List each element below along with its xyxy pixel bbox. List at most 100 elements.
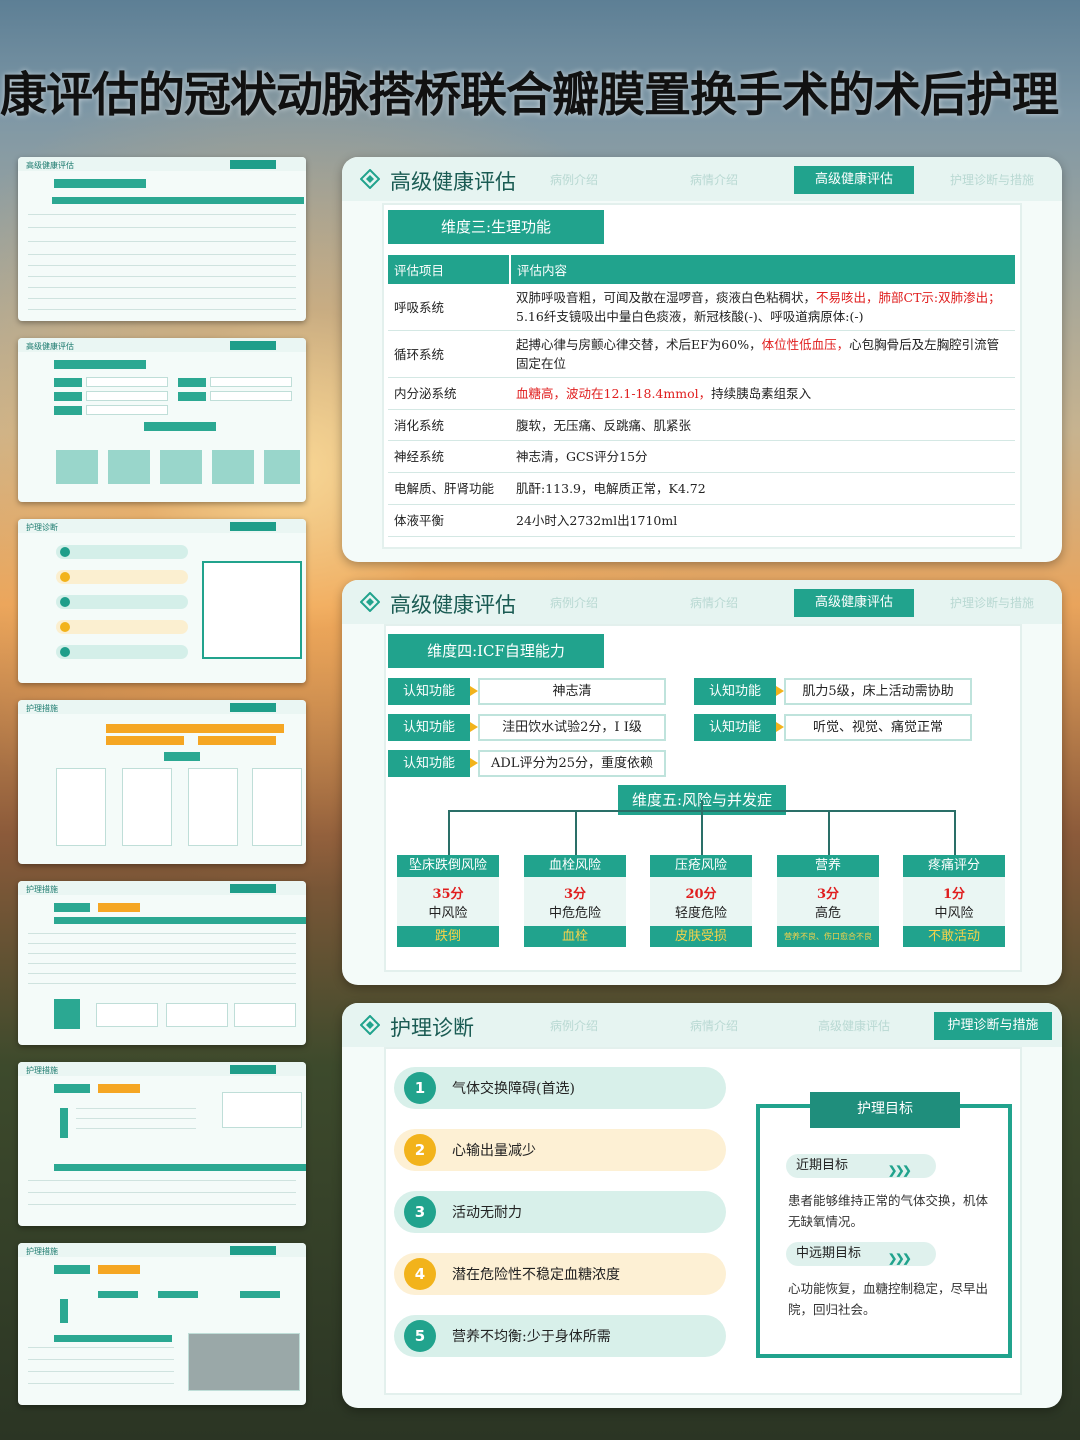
row-item: 呼吸系统 xyxy=(388,284,510,331)
thumbnail-3[interactable]: 护理诊断 xyxy=(18,519,306,683)
diagnosis-text: 气体交换障碍(首选) xyxy=(452,1081,575,1097)
row-content: 血糖高，波动在12.1-18.4mmol，持续胰岛素组泵入 xyxy=(510,377,1015,410)
thumbnail-1[interactable]: 高级健康评估 xyxy=(18,157,306,321)
risk-outcome: 跌倒 xyxy=(397,926,499,947)
thumbnail-4[interactable]: 护理措施 xyxy=(18,700,306,864)
tree-connector xyxy=(701,810,703,855)
risk-name: 疼痛评分 xyxy=(903,855,1005,877)
row-content: 神志清，GCS评分15分 xyxy=(510,440,1015,473)
goal-title: 护理目标 xyxy=(810,1092,960,1128)
cognitive-label: 认知功能 xyxy=(388,750,478,777)
row-item: 消化系统 xyxy=(388,409,510,441)
cognitive-value: ADL评分为25分，重度依赖 xyxy=(478,750,666,777)
slide-title: 高级健康评估 xyxy=(390,593,516,617)
diamond-icon xyxy=(360,1015,380,1035)
risk-level: 中风险 xyxy=(934,906,974,921)
diagnosis-number: 5 xyxy=(404,1320,436,1352)
assessment-table: 评估项目 评估内容 呼吸系统 双肺呼吸音粗，可闻及散在湿啰音，痰液白色粘稠状，不… xyxy=(388,255,1015,537)
cognitive-value: 神志清 xyxy=(478,678,666,705)
nav-case[interactable]: 病情介绍 xyxy=(690,1017,738,1034)
row-content: 双肺呼吸音粗，可闻及散在湿啰音，痰液白色粘稠状，不易咳出，肺部CT示:双肺渗出；… xyxy=(510,284,1015,331)
diagnosis-number: 4 xyxy=(404,1258,436,1290)
row-content: 肌酐:113.9，电解质正常，K4.72 xyxy=(510,472,1015,505)
nav-advanced-active[interactable]: 高级健康评估 xyxy=(794,589,914,617)
row-content: 24小时入2732ml出1710ml xyxy=(510,504,1015,537)
risk-card-nutrition: 营养 3分 高危 营养不良、伤口愈合不良 xyxy=(777,855,879,947)
thumbnail-7[interactable]: 护理措施 xyxy=(18,1243,306,1405)
table-row: 循环系统 起搏心律与房颤心律交替，术后EF为60%，体位性低血压，心包胸骨后及左… xyxy=(388,330,1015,378)
nav-diagnosis[interactable]: 护理诊断与措施 xyxy=(950,171,1034,188)
nursing-goal-box: 护理目标 近期目标 ❯❯❯ 患者能够维持正常的气体交换，机体无缺氧情况。 中远期… xyxy=(756,1092,1012,1358)
diamond-icon xyxy=(360,592,380,612)
nav-advanced-active[interactable]: 高级健康评估 xyxy=(794,166,914,194)
cognitive-label: 认知功能 xyxy=(694,678,784,705)
nav-intro[interactable]: 病例介绍 xyxy=(550,1017,598,1034)
risk-level: 高危 xyxy=(814,906,841,921)
thumbnail-2[interactable]: 高级健康评估 xyxy=(18,338,306,502)
slide-title: 高级健康评估 xyxy=(390,170,516,194)
short-term-goal-label: 近期目标 ❯❯❯ xyxy=(786,1154,936,1178)
diagnosis-text: 潜在危险性不稳定血糖浓度 xyxy=(452,1267,620,1283)
risk-outcome: 血栓 xyxy=(524,926,626,947)
diagnosis-number: 2 xyxy=(404,1134,436,1166)
thumbnail-title: 护理措施 xyxy=(26,704,58,713)
long-term-goal-text: 心功能恢复，血糖控制稳定，尽早出院，回归社会。 xyxy=(788,1281,989,1317)
thumbnail-5[interactable]: 护理措施 xyxy=(18,881,306,1045)
thumbnail-title: 护理措施 xyxy=(26,885,58,894)
diagnosis-item[interactable]: 2 心输出量减少 xyxy=(394,1129,726,1171)
nav-intro[interactable]: 病例介绍 xyxy=(550,594,598,611)
row-item: 循环系统 xyxy=(388,330,510,378)
risk-score: 35分 xyxy=(432,887,464,902)
risk-name: 压疮风险 xyxy=(650,855,752,877)
diagnosis-number: 1 xyxy=(404,1072,436,1104)
diagnosis-item[interactable]: 3 活动无耐力 xyxy=(394,1191,726,1233)
page-title: 康评估的冠状动脉搭桥联合瓣膜置换手术的术后护理 xyxy=(0,68,1059,123)
slide-icf-risk: 高级健康评估 病例介绍 病情介绍 高级健康评估 护理诊断与措施 维度四:ICF自… xyxy=(342,580,1062,985)
row-item: 神经系统 xyxy=(388,440,510,473)
nav-intro[interactable]: 病例介绍 xyxy=(550,171,598,188)
column-header-item: 评估项目 xyxy=(388,255,511,284)
risk-card-fall: 坠床跌倒风险 35分 中风险 跌倒 xyxy=(397,855,499,947)
tree-connector xyxy=(575,810,577,855)
thumbnail-title: 高级健康评估 xyxy=(26,161,74,170)
slide-nursing-diagnosis: 护理诊断 病例介绍 病情介绍 高级健康评估 护理诊断与措施 1 气体交换障碍(首… xyxy=(342,1003,1062,1408)
risk-score: 3分 xyxy=(816,887,840,902)
cognitive-value: 肌力5级，床上活动需协助 xyxy=(784,678,972,705)
table-header: 评估项目 评估内容 xyxy=(388,255,1015,284)
thumbnail-title: 护理措施 xyxy=(26,1247,58,1256)
cognitive-value: 洼田饮水试验2分，I I级 xyxy=(478,714,666,741)
diagnosis-item[interactable]: 1 气体交换障碍(首选) xyxy=(394,1067,726,1109)
diagnosis-text: 活动无耐力 xyxy=(452,1205,522,1221)
diagnosis-item[interactable]: 4 潜在危险性不稳定血糖浓度 xyxy=(394,1253,726,1295)
cognitive-label: 认知功能 xyxy=(388,678,478,705)
nav-case[interactable]: 病情介绍 xyxy=(690,594,738,611)
thumbnail-6[interactable]: 护理措施 xyxy=(18,1062,306,1226)
risk-level: 中危危险 xyxy=(548,906,601,921)
thumbnail-title: 护理措施 xyxy=(26,1066,58,1075)
diagnosis-item[interactable]: 5 营养不均衡:少于身体所需 xyxy=(394,1315,726,1357)
long-term-goal-label: 中远期目标 ❯❯❯ xyxy=(786,1242,936,1266)
table-row: 呼吸系统 双肺呼吸音粗，可闻及散在湿啰音，痰液白色粘稠状，不易咳出，肺部CT示:… xyxy=(388,284,1015,331)
nav-diagnosis-active[interactable]: 护理诊断与措施 xyxy=(934,1012,1052,1040)
risk-name: 营养 xyxy=(777,855,879,877)
table-row: 消化系统 腹软，无压痛、反跳痛、肌紧张 xyxy=(388,409,1015,441)
section-label: 维度三:生理功能 xyxy=(388,210,604,244)
row-item: 电解质、肝肾功能 xyxy=(388,472,510,505)
short-term-goal-text: 患者能够维持正常的气体交换，机体无缺氧情况。 xyxy=(788,1193,989,1229)
risk-outcome: 皮肤受损 xyxy=(650,926,752,947)
tree-connector xyxy=(448,810,450,855)
nav-diagnosis[interactable]: 护理诊断与措施 xyxy=(950,594,1034,611)
thumbnail-title: 护理诊断 xyxy=(26,523,58,532)
row-item: 内分泌系统 xyxy=(388,377,510,410)
tree-connector xyxy=(954,810,956,855)
tree-connector xyxy=(828,810,830,855)
risk-name: 坠床跌倒风险 xyxy=(397,855,499,877)
risk-level: 中风险 xyxy=(428,906,468,921)
row-content: 起搏心律与房颤心律交替，术后EF为60%，体位性低血压，心包胸骨后及左胸腔引流管… xyxy=(510,330,1015,378)
nav-advanced[interactable]: 高级健康评估 xyxy=(818,1017,890,1034)
diamond-icon xyxy=(360,169,380,189)
cognitive-label: 认知功能 xyxy=(388,714,478,741)
column-header-content: 评估内容 xyxy=(510,255,1015,284)
nav-case[interactable]: 病情介绍 xyxy=(690,171,738,188)
triple-chevron-icon: ❯❯❯ xyxy=(888,1252,912,1265)
